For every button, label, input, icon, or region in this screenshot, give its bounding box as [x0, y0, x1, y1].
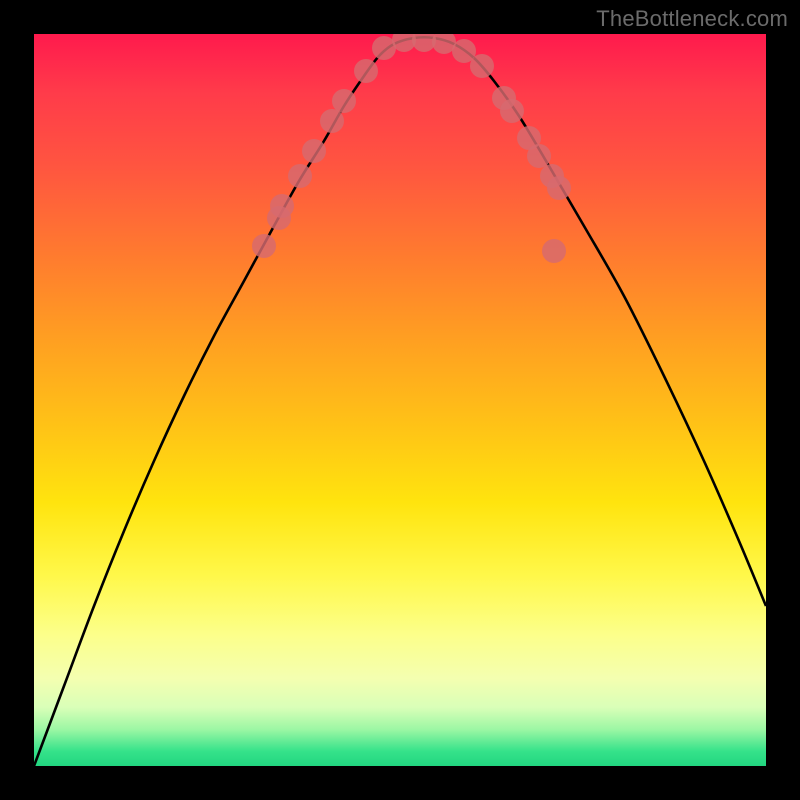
highlight-dot: [320, 109, 344, 133]
highlight-dot: [288, 164, 312, 188]
highlight-dot: [332, 89, 356, 113]
highlight-dot: [527, 144, 551, 168]
highlight-dot: [470, 54, 494, 78]
highlight-dot: [547, 176, 571, 200]
highlight-dot: [252, 234, 276, 258]
chart-frame: TheBottleneck.com: [0, 0, 800, 800]
highlight-dot: [542, 239, 566, 263]
plot-area: [34, 34, 766, 766]
highlight-dot: [302, 139, 326, 163]
watermark-label: TheBottleneck.com: [596, 6, 788, 32]
chart-svg: [34, 34, 766, 766]
highlight-dot: [270, 194, 294, 218]
highlight-dot: [354, 59, 378, 83]
highlight-dot: [500, 99, 524, 123]
bottleneck-curve: [34, 37, 766, 766]
highlight-dots-group: [252, 34, 571, 263]
